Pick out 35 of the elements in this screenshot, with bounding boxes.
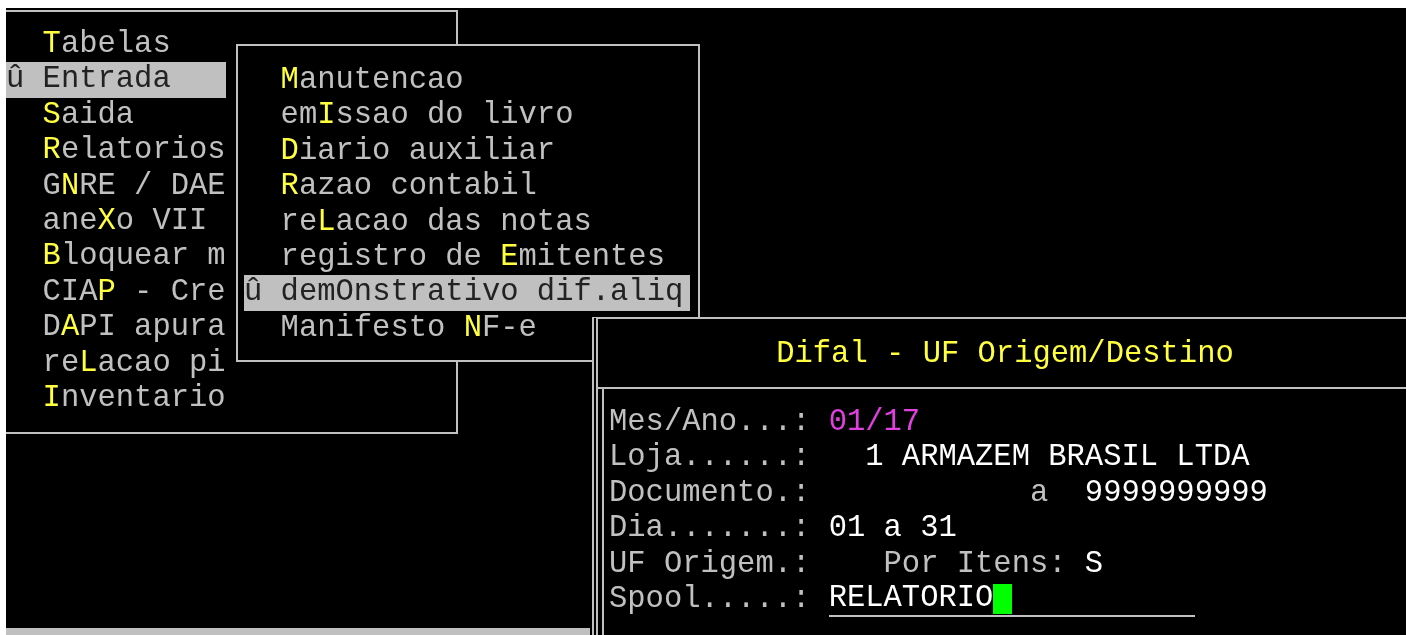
field-value: 1	[864, 440, 884, 476]
menu-item[interactable]: Manutencao	[244, 63, 690, 99]
field-label: Dia.......:	[609, 511, 812, 547]
field-label: Spool.....:	[609, 582, 812, 618]
menu-item[interactable]: Saida	[6, 97, 226, 134]
menu-item[interactable]: DAPI apura	[6, 310, 226, 346]
field-label: Por Itens:	[883, 546, 1068, 583]
menu-item[interactable]: CIAP - Cre	[6, 274, 226, 311]
field-label: Mes/Ano...:	[609, 405, 812, 441]
dialog-title: Difal - UF Origem/Destino	[598, 319, 1406, 389]
menu-item[interactable]: û demOnstrativo dif.aliq	[244, 275, 690, 311]
menu-item[interactable]: reLacao pi	[6, 345, 226, 382]
input-field[interactable]: RELATORIO	[828, 582, 1195, 618]
menu-item[interactable]: aneXo VII	[6, 204, 226, 240]
menu-item[interactable]: û Entrada	[6, 62, 226, 98]
menu-item[interactable]: reLacao das notas	[244, 204, 690, 241]
menu-item[interactable]: GNRE / DAE	[6, 168, 226, 205]
field-value: 01 a 31	[828, 511, 957, 547]
field-label: UF Origem.:	[609, 546, 812, 583]
text-cursor	[993, 584, 1012, 615]
menu-item[interactable]: Razao contabil	[244, 169, 690, 205]
field-label: Loja......:	[609, 440, 812, 476]
field-label: Documento.:	[609, 475, 812, 512]
field-value: 01/17	[828, 405, 921, 441]
menu-item[interactable]: Relatorios	[6, 133, 226, 169]
menu-item[interactable]: Bloquear m	[6, 239, 226, 275]
menu-item[interactable]: registro de Emitentes	[244, 240, 690, 276]
menu-item[interactable]: Tabelas	[6, 27, 226, 63]
field-value: S	[1084, 546, 1104, 583]
field-label: a	[1029, 475, 1049, 512]
field-value: 9999999999	[1084, 475, 1268, 512]
menu-item[interactable]: Diario auxiliar	[244, 133, 690, 170]
field-value: ARMAZEM BRASIL LTDA	[901, 440, 1250, 476]
menu-item[interactable]: Inventario	[6, 381, 226, 417]
menu-item[interactable]: emIssao do livro	[244, 98, 690, 134]
